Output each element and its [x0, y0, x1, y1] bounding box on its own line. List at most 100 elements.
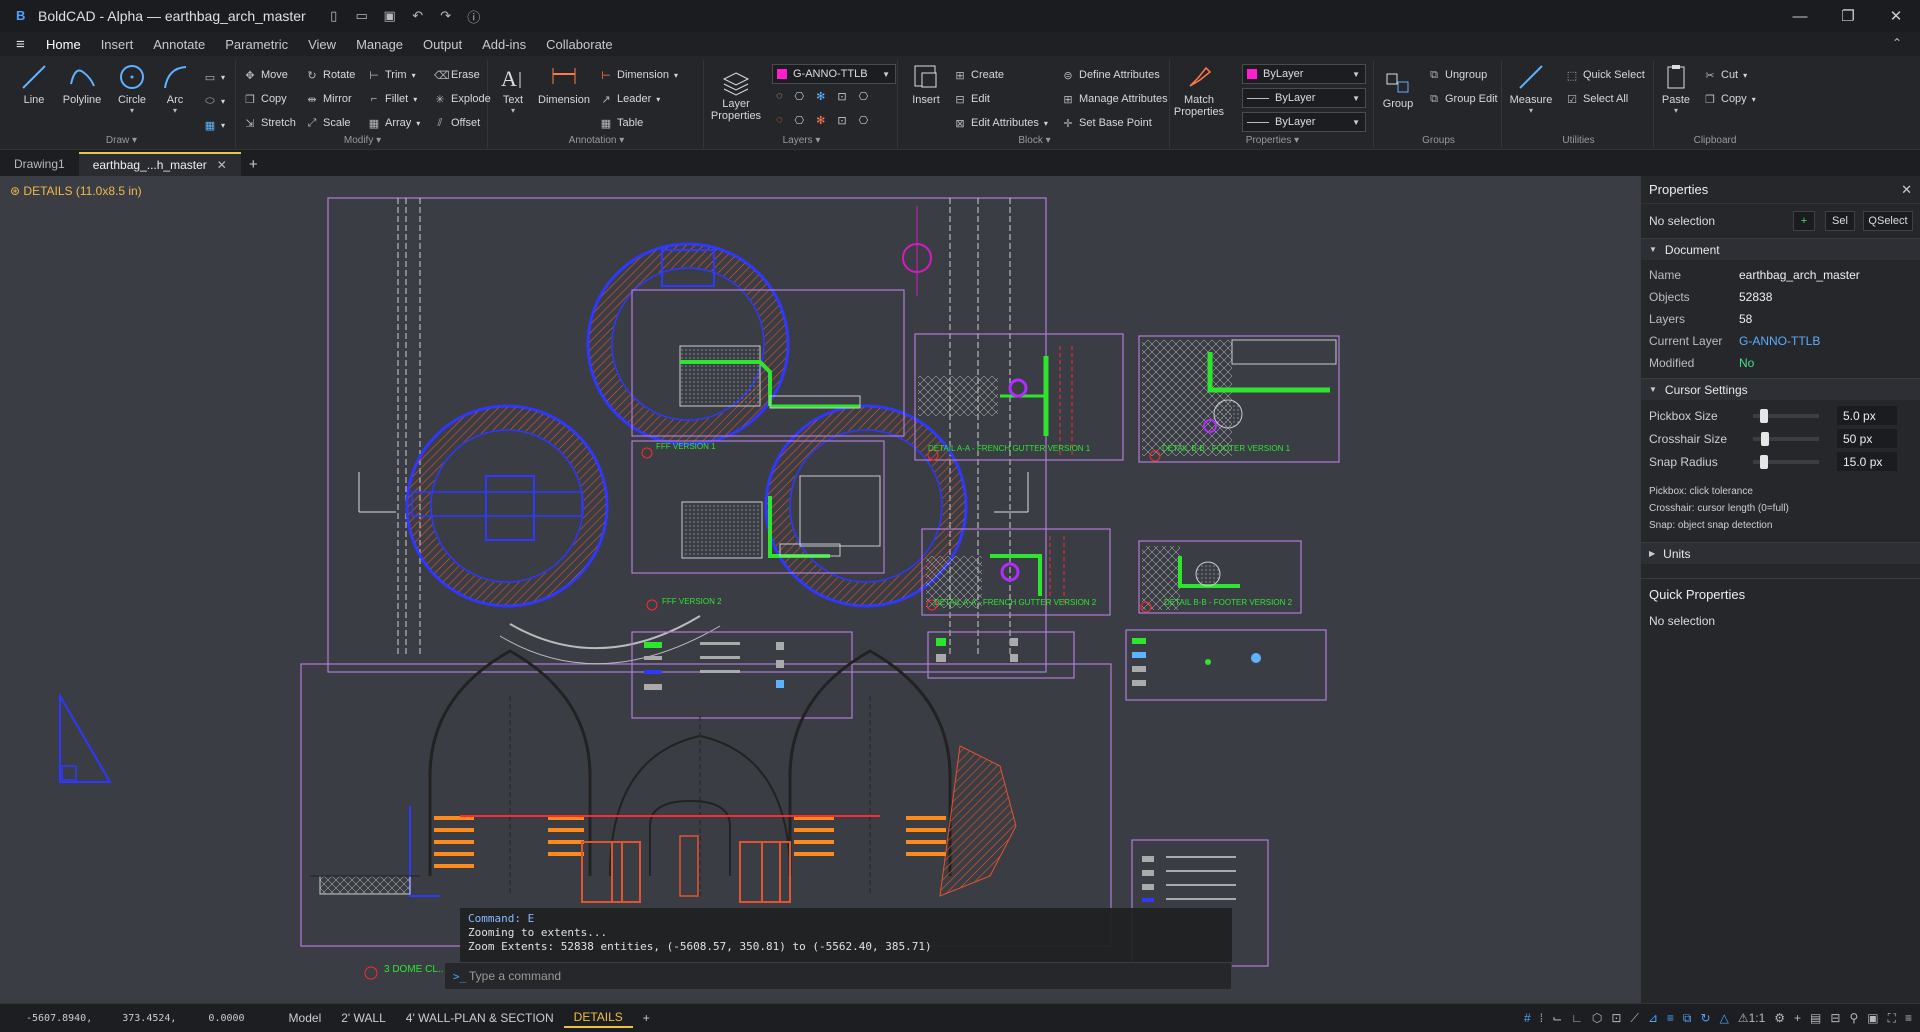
maximize-icon[interactable]: ❐ [1824, 0, 1872, 32]
tab-view[interactable]: View [298, 32, 346, 56]
close-panel-icon[interactable]: ✕ [1901, 182, 1912, 198]
close-tab-icon[interactable]: ✕ [217, 158, 227, 172]
tab-output[interactable]: Output [413, 32, 472, 56]
layer-thaw-icon[interactable]: ✻ [816, 114, 825, 127]
tab-collaborate[interactable]: Collaborate [536, 32, 623, 56]
move-button[interactable]: ✥ Move [244, 66, 288, 84]
properties-group-label[interactable]: Properties ▾ [1172, 135, 1373, 146]
quick-select-button[interactable]: ⬚ Quick Select [1566, 66, 1645, 84]
tab-home[interactable]: Home [36, 32, 91, 56]
slider-knob[interactable] [1760, 432, 1769, 446]
layer-properties-button[interactable]: Layer Properties [708, 70, 764, 122]
collapse-ribbon-icon[interactable]: ⌃ [1892, 36, 1902, 50]
drawing-canvas[interactable]: FFF VERSION 1 DETAIL A-A - FRENCH GUTTER… [0, 176, 1640, 1003]
snap-slider[interactable] [1753, 455, 1819, 469]
layer-match-icon[interactable]: ⎔ [859, 90, 869, 103]
trim-button[interactable]: ⊢ Trim ▾ [368, 66, 415, 84]
doc-tab-earthbag[interactable]: earthbag_...h_master ✕ [78, 152, 241, 176]
circle-button[interactable]: Circle ▾ [112, 62, 152, 115]
paste-button[interactable]: Paste ▾ [1656, 62, 1696, 115]
crosshair-value[interactable]: 50 px [1837, 429, 1897, 448]
add-to-selection-button[interactable]: + [1793, 211, 1815, 231]
erase-button[interactable]: ⌫ Erase [434, 66, 480, 84]
circle-dropdown-icon[interactable]: ▾ [112, 106, 152, 115]
set-base-point-button[interactable]: ✛ Set Base Point [1062, 114, 1151, 132]
save-icon[interactable]: ▣ [378, 5, 402, 27]
tab-insert[interactable]: Insert [91, 32, 144, 56]
slider-knob[interactable] [1759, 455, 1768, 469]
hatch-tool[interactable]: ▦ ▾ [204, 116, 225, 134]
ungroup-button[interactable]: ⧉ Ungroup [1428, 66, 1487, 84]
polar-icon[interactable]: ∟ [1571, 1011, 1583, 1026]
grid-icon[interactable]: # [1524, 1011, 1531, 1026]
select-all-button[interactable]: ☑ Select All [1566, 90, 1628, 108]
arc-dropdown-icon[interactable]: ▾ [158, 106, 192, 115]
tab-add-ins[interactable]: Add-ins [472, 32, 536, 56]
minimize-icon[interactable]: — [1776, 0, 1824, 32]
close-window-icon[interactable]: ✕ [1872, 0, 1920, 32]
layer-on-icon[interactable]: ◌ [776, 114, 783, 127]
offset-button[interactable]: ⫽ Offset [434, 114, 481, 132]
cut-button[interactable]: ✂ Cut ▾ [1704, 66, 1747, 84]
copy-modify-button[interactable]: ❐ Copy [244, 90, 287, 108]
pickbox-value[interactable]: 5.0 px [1837, 406, 1897, 425]
customize-icon[interactable]: ≡ [1905, 1011, 1912, 1026]
layer-freeze-icon[interactable]: ✻ [816, 90, 825, 103]
line-button[interactable]: Line [14, 62, 54, 106]
layer-isolate-icon[interactable]: ⎔ [795, 90, 805, 103]
leader-button[interactable]: ↗ Leader ▾ [600, 90, 660, 108]
edit-attributes-button[interactable]: ⊠ Edit Attributes ▾ [954, 114, 1048, 132]
copy-clipboard-button[interactable]: ❐ Copy ▾ [1704, 90, 1756, 108]
group-button[interactable]: Group [1378, 70, 1418, 110]
modify-group-label[interactable]: Modify ▾ [238, 135, 487, 146]
new-file-icon[interactable]: ▯ [322, 5, 346, 27]
annotation-monitor-icon[interactable]: ↻ [1701, 1011, 1711, 1026]
mirror-button[interactable]: ⇹ Mirror [306, 90, 351, 108]
ellipse-tool[interactable]: ⬭ ▾ [204, 92, 225, 110]
dynamic-ucs-icon[interactable]: ⊿ [1648, 1011, 1658, 1026]
document-section-header[interactable]: ▼ Document [1641, 238, 1920, 260]
fullscreen-icon[interactable]: ⛶ [1888, 1011, 1896, 1026]
qselect-button[interactable]: QSelect [1863, 211, 1913, 231]
lineweight-icon[interactable]: ≡ [1667, 1011, 1674, 1026]
arc-button[interactable]: Arc ▾ [158, 62, 192, 115]
dimension-big-button[interactable]: Dimension [534, 62, 594, 106]
annotation-scale-icon[interactable]: ⚠1:1 [1738, 1011, 1765, 1026]
manage-attributes-button[interactable]: ⊞ Manage Attributes [1062, 90, 1167, 108]
text-button[interactable]: A Text ▾ [496, 62, 530, 115]
layer-unisolate-icon[interactable]: ⎔ [795, 114, 805, 127]
pickbox-slider[interactable] [1753, 409, 1819, 423]
rotate-button[interactable]: ↻ Rotate [306, 66, 355, 84]
layout-tab-4-wall-plan[interactable]: 4' WALL-PLAN & SECTION [396, 1009, 564, 1027]
doc-tab-drawing1[interactable]: Drawing1 [0, 152, 79, 176]
tab-parametric[interactable]: Parametric [215, 32, 298, 56]
array-button[interactable]: ▦ Array ▾ [368, 114, 421, 132]
add-layout-icon[interactable]: + [633, 1009, 660, 1027]
units-section-header[interactable]: ▶ Units [1641, 542, 1920, 564]
annotation-monitor-plus-icon[interactable]: + [1794, 1011, 1801, 1026]
fillet-button[interactable]: ⌐ Fillet ▾ [368, 90, 417, 108]
layers-group-label[interactable]: Layers ▾ [706, 135, 897, 146]
hamburger-menu-icon[interactable]: ≡ [16, 36, 36, 53]
open-folder-icon[interactable]: ▭ [350, 5, 374, 27]
layout-tab-model[interactable]: Model [279, 1009, 332, 1027]
sel-button[interactable]: Sel [1825, 211, 1855, 231]
scale-button[interactable]: ⤢ Scale [306, 114, 351, 132]
snap-value[interactable]: 15.0 px [1837, 452, 1897, 471]
tab-annotate[interactable]: Annotate [143, 32, 215, 56]
group-edit-button[interactable]: ⧉ Group Edit [1428, 90, 1498, 108]
define-attributes-button[interactable]: ⊜ Define Attributes [1062, 66, 1159, 84]
new-tab-icon[interactable]: + [241, 152, 266, 176]
lineweight-dropdown[interactable]: ByLayer ▼ [1242, 112, 1366, 132]
block-group-label[interactable]: Block ▾ [900, 135, 1169, 146]
tab-manage[interactable]: Manage [346, 32, 413, 56]
insert-block-button[interactable]: Insert [906, 62, 946, 106]
layer-unlock-icon[interactable]: ⊡ [837, 114, 846, 127]
table-button[interactable]: ▦ Table [600, 114, 644, 132]
osnap-icon[interactable]: ⊡ [1611, 1011, 1621, 1026]
hardware-accel-icon[interactable]: ▣ [1867, 1011, 1878, 1026]
linetype-dropdown[interactable]: ByLayer ▼ [1242, 88, 1366, 108]
layer-previous-icon[interactable]: ⎔ [859, 114, 869, 127]
help-icon[interactable]: ⓘ [462, 5, 486, 27]
color-dropdown[interactable]: ByLayer ▼ [1242, 64, 1366, 84]
